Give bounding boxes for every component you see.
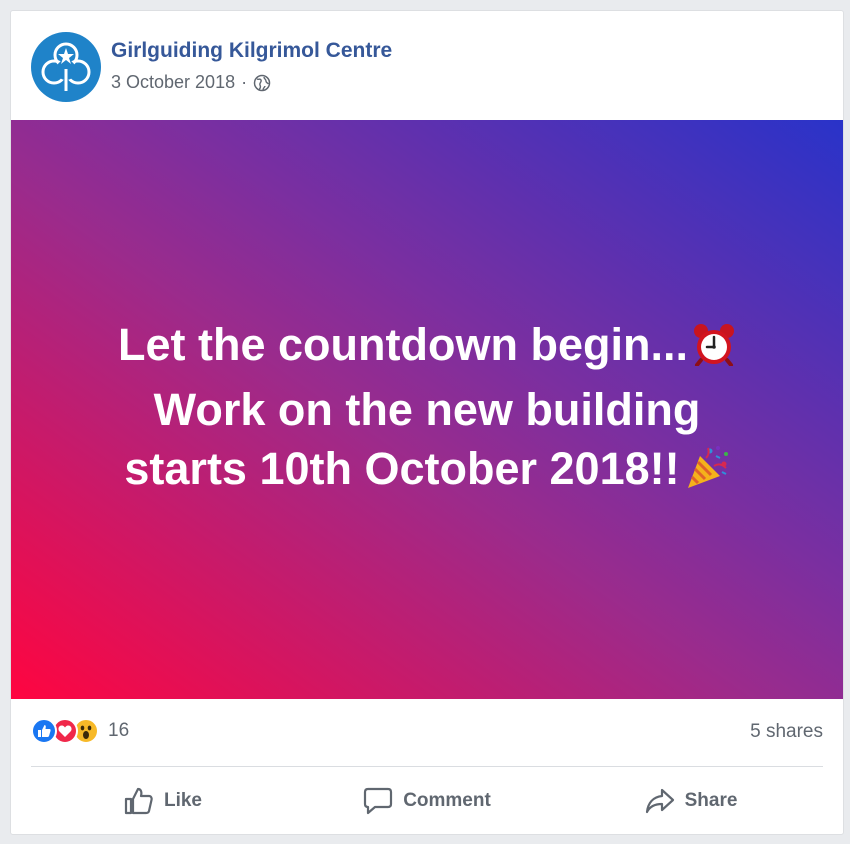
status-line-3: starts 10th October 2018!!	[67, 439, 787, 504]
page-name[interactable]: Girlguiding Kilgrimol Centre	[111, 39, 392, 63]
status-background[interactable]: Let the countdown begin... Work on the n…	[11, 120, 843, 699]
post-card: Girlguiding Kilgrimol Centre 3 October 2…	[10, 10, 844, 835]
comment-label: Comment	[403, 790, 491, 811]
like-button[interactable]: Like	[31, 773, 295, 829]
share-button[interactable]: Share	[559, 773, 823, 829]
post-meta: 3 October 2018 ·	[111, 72, 271, 93]
status-text: Let the countdown begin... Work on the n…	[67, 315, 787, 504]
comment-bubble-icon	[364, 787, 393, 815]
post-header: Girlguiding Kilgrimol Centre 3 October 2…	[11, 11, 843, 121]
page-avatar[interactable]	[31, 32, 101, 102]
status-line-2: Work on the new building	[153, 384, 701, 435]
thumbs-up-icon	[124, 787, 153, 815]
share-label: Share	[684, 790, 738, 811]
alarm-clock-emoji	[692, 321, 736, 380]
globe-icon[interactable]	[253, 74, 271, 92]
comment-button[interactable]: Comment	[295, 773, 559, 829]
actions-divider	[31, 766, 823, 767]
share-arrow-icon	[645, 788, 674, 814]
post-actions: Like Comment Share	[31, 773, 823, 829]
meta-separator: ·	[241, 72, 248, 92]
reaction-count: 16	[108, 720, 130, 741]
status-line-1: Let the countdown begin...	[67, 315, 787, 380]
trefoil-logo-icon	[41, 42, 91, 91]
party-popper-emoji	[684, 444, 730, 504]
post-date[interactable]: 3 October 2018	[111, 72, 235, 93]
reaction-summary[interactable]: 16	[31, 717, 129, 745]
reactions-bar: 16 5 shares	[11, 699, 843, 765]
like-reaction-icon	[31, 718, 57, 744]
like-label: Like	[163, 790, 203, 811]
shares-count[interactable]: 5 shares	[750, 721, 823, 743]
